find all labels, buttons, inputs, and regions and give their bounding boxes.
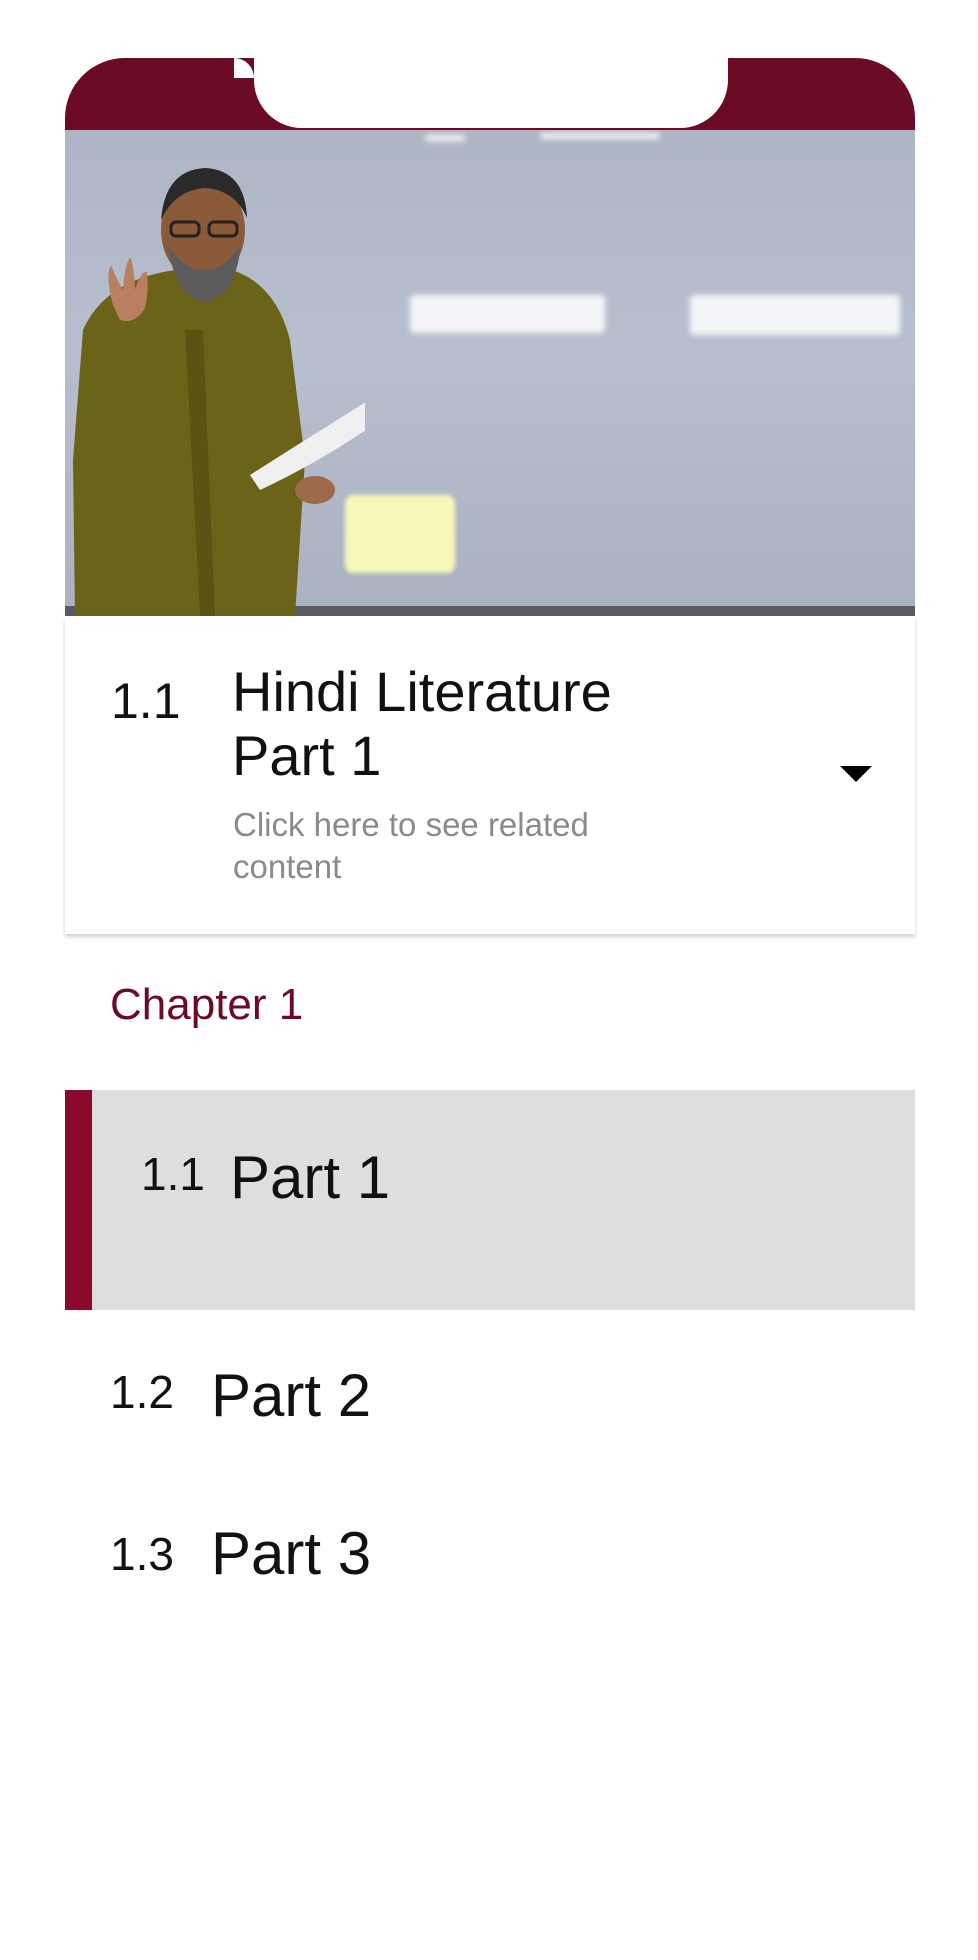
caret-down-icon[interactable] [840, 766, 872, 782]
lesson-number: 1.1 [111, 673, 181, 729]
item-label: Part 1 [230, 1144, 391, 1211]
lesson-title: Hindi Literature Part 1 [232, 660, 682, 788]
item-label: Part 3 [211, 1520, 372, 1587]
chapter-item-3[interactable]: 1.3 Part 3 [65, 1500, 915, 1600]
presenter-image [73, 168, 365, 616]
chapter-title: Chapter 1 [110, 980, 304, 1029]
chapter-item-2[interactable]: 1.2 Part 2 [65, 1340, 915, 1440]
device-notch [234, 58, 748, 128]
item-number: 1.1 [141, 1148, 205, 1200]
item-label: Part 2 [211, 1362, 372, 1429]
related-content-link[interactable]: Click here to see related content [233, 804, 653, 888]
item-number: 1.2 [110, 1366, 174, 1418]
chapter-item-1[interactable]: 1.1 Part 1 [65, 1090, 915, 1310]
lesson-title-line1: Hindi Literature [232, 660, 612, 723]
lesson-title-line2: Part 1 [232, 724, 382, 787]
lesson-header[interactable]: 1.1 Hindi Literature Part 1 Click here t… [65, 616, 915, 934]
active-indicator [65, 1090, 92, 1310]
item-number: 1.3 [110, 1528, 174, 1580]
video-player[interactable] [65, 130, 915, 616]
